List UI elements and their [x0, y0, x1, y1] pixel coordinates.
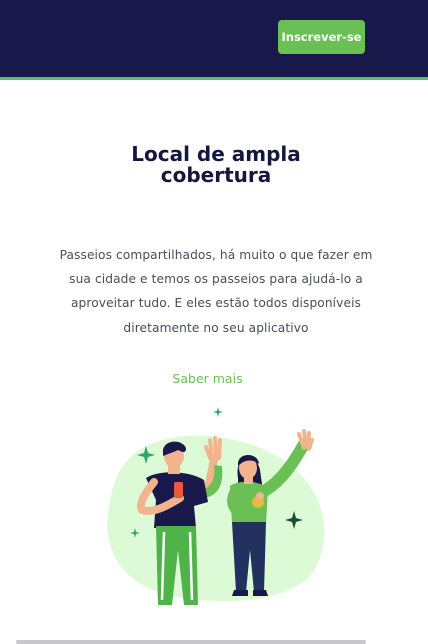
site-header: Inscrever-se: [0, 0, 428, 80]
section-title: Local de ampla cobertura: [0, 144, 428, 186]
section-title-line: cobertura: [160, 163, 272, 187]
description-line: sua cidade e temos os passeios para ajud…: [69, 272, 363, 287]
sparkle-icon: [213, 407, 223, 417]
description-line: aproveitar tudo. E eles estão todos disp…: [70, 296, 362, 311]
signup-button[interactable]: Inscrever-se: [278, 20, 365, 54]
section-title-line: Local de ampla: [131, 142, 301, 166]
description-line: Passeios compartilhados, há muito o que …: [59, 248, 373, 262]
friends-waving-illustration: [107, 407, 325, 605]
section-description: Passeios compartilhados, há muito o que …: [40, 243, 392, 340]
learn-more-link[interactable]: Saber mais: [0, 369, 415, 389]
horizontal-scrollbar[interactable]: [16, 640, 366, 644]
description-line: diretamente no seu aplicativo: [123, 320, 309, 335]
